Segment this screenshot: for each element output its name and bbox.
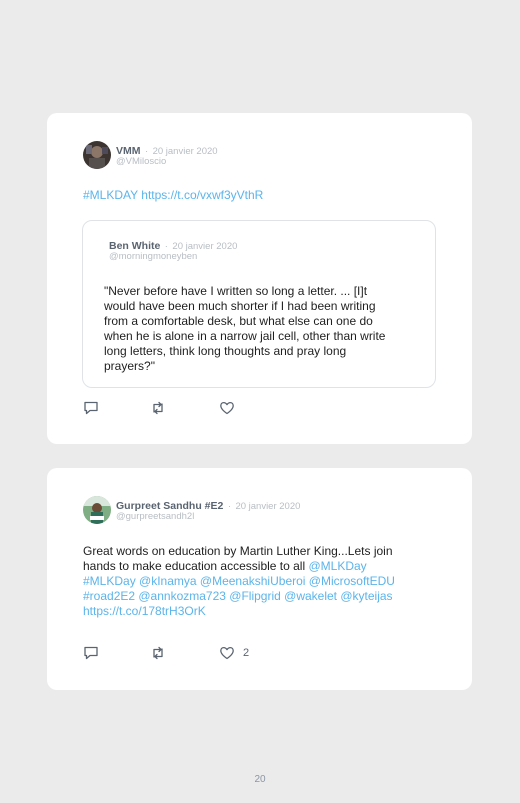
page-number: 20 [254, 774, 266, 785]
reply-icon[interactable] [83, 401, 99, 415]
quoted-tweet[interactable]: Ben White · 20 janvier 2020 @morningmone… [82, 220, 436, 388]
tweet-text: Great words on education by Martin Luthe… [83, 544, 395, 619]
quoted-text: "Never before have I written so long a l… [104, 284, 385, 374]
text-line: long letters, think long thoughts and pr… [104, 344, 347, 358]
mentions-line[interactable]: #road2E2 @annkozma723 @Flipgrid @wakelet… [83, 589, 395, 604]
like-icon[interactable] [219, 401, 235, 415]
reply-icon[interactable] [83, 646, 99, 660]
author-handle[interactable]: @VMiloscio [116, 156, 166, 167]
separator-dot: · [227, 501, 231, 512]
mentions-line[interactable]: #MLKDay @kInamya @MeenakshiUberoi @Micro… [83, 574, 395, 589]
text-line: "Never before have I written so long a l… [104, 284, 368, 298]
text-line: would have been much shorter if I had be… [104, 299, 376, 313]
like-icon[interactable] [219, 646, 235, 660]
mention-link[interactable]: @MLKDay [308, 559, 366, 573]
tweet-card: Gurpreet Sandhu #E2 · 20 janvier 2020 @g… [47, 468, 472, 690]
text-line: from a comfortable desk, but what else c… [104, 314, 373, 328]
text-segment: hands to make education accessible to al… [83, 559, 306, 573]
url-link[interactable]: https://t.co/178trH3OrK [83, 604, 395, 619]
url-link[interactable]: https://t.co/vxwf3yVthR [141, 188, 263, 202]
quoted-handle[interactable]: @morningmoneyben [109, 251, 197, 262]
tweet-date[interactable]: 20 janvier 2020 [235, 501, 300, 512]
tweet-card: VMM · 20 janvier 2020 @VMiloscio #MLKDAY… [47, 113, 472, 444]
retweet-icon[interactable] [150, 646, 166, 660]
text-line: prayers?" [104, 359, 155, 373]
like-count: 2 [243, 647, 250, 659]
text-line: when he is alone in a narrow jail cell, … [104, 329, 386, 343]
avatar[interactable] [83, 141, 111, 169]
avatar[interactable] [83, 496, 111, 524]
text-line: hands to make education accessible to al… [83, 559, 395, 574]
author-handle[interactable]: @gurpreetsandh2l [116, 511, 194, 522]
retweet-icon[interactable] [150, 401, 166, 415]
text-line: Great words on education by Martin Luthe… [83, 544, 393, 558]
tweet-text: #MLKDAY https://t.co/vxwf3yVthR [83, 188, 263, 203]
hashtag-link[interactable]: #MLKDAY [83, 188, 138, 202]
